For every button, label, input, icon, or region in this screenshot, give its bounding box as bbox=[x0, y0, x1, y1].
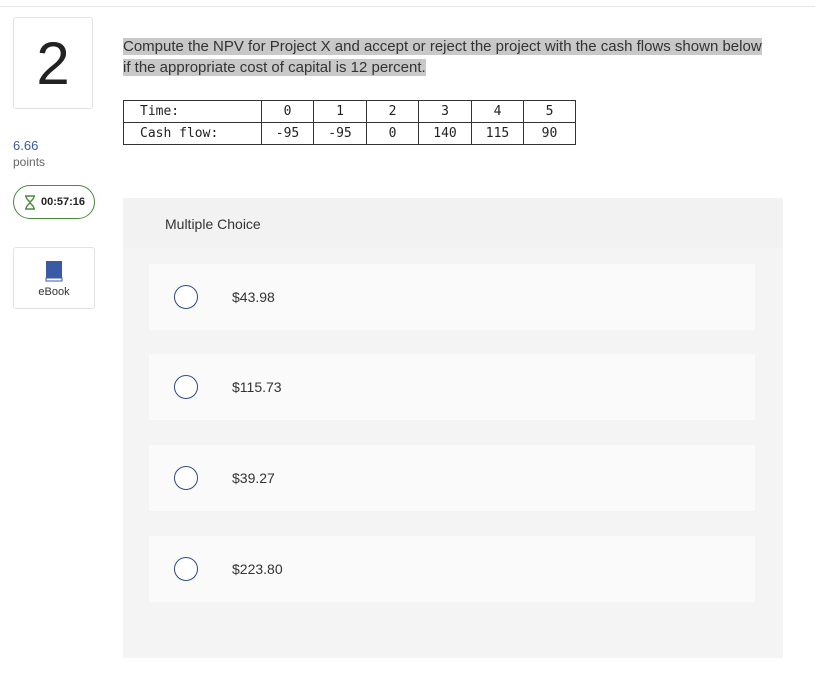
radio-button[interactable] bbox=[174, 375, 198, 399]
table-row-cash-flow: Cash flow: -95 -95 0 140 115 90 bbox=[123, 122, 576, 145]
choice-text: $43.98 bbox=[232, 289, 275, 305]
cash-flow-cell: -95 bbox=[261, 122, 314, 145]
question-prompt: Compute the NPV for Project X and accept… bbox=[123, 36, 763, 78]
question-number-label: 2 bbox=[36, 29, 70, 97]
choice-option-1[interactable]: $43.98 bbox=[149, 264, 755, 330]
radio-button[interactable] bbox=[174, 285, 198, 309]
radio-button[interactable] bbox=[174, 557, 198, 581]
time-cell: 2 bbox=[366, 100, 419, 123]
table-row-time: Time: 0 1 2 3 4 5 bbox=[123, 100, 576, 123]
hourglass-icon bbox=[25, 194, 35, 210]
time-cell: 1 bbox=[313, 100, 367, 123]
radio-button[interactable] bbox=[174, 466, 198, 490]
time-cell: 5 bbox=[523, 100, 576, 123]
time-cell: 0 bbox=[261, 100, 314, 123]
question-number: 2 bbox=[13, 17, 93, 109]
ebook-button[interactable]: eBook bbox=[13, 247, 95, 309]
choice-option-3[interactable]: $39.27 bbox=[149, 445, 755, 511]
cash-flow-table: Time: 0 1 2 3 4 5 Cash flow: -95 -95 0 1… bbox=[123, 100, 576, 145]
cash-flow-cell: -95 bbox=[313, 122, 367, 145]
cash-flow-cell: 90 bbox=[523, 122, 576, 145]
multiple-choice-header: Multiple Choice bbox=[165, 216, 261, 232]
choices-container: $43.98 $115.73 $39.27 $223.80 bbox=[123, 248, 783, 658]
timer-badge[interactable]: 00:57:16 bbox=[13, 185, 95, 219]
points-label: points bbox=[13, 155, 46, 169]
choice-text: $115.73 bbox=[232, 379, 282, 395]
question-prompt-text: Compute the NPV for Project X and accept… bbox=[123, 38, 762, 76]
time-label: Time: bbox=[123, 100, 262, 123]
choice-text: $39.27 bbox=[232, 470, 275, 486]
cash-flow-cell: 0 bbox=[366, 122, 419, 145]
choice-option-4[interactable]: $223.80 bbox=[149, 536, 755, 602]
choice-text: $223.80 bbox=[232, 561, 283, 577]
time-cell: 3 bbox=[418, 100, 472, 123]
time-cell: 4 bbox=[471, 100, 524, 123]
multiple-choice-panel: Multiple Choice $43.98 $115.73 $39.27 $2… bbox=[123, 198, 783, 658]
top-divider bbox=[0, 6, 815, 7]
book-icon bbox=[45, 261, 63, 282]
cash-flow-label: Cash flow: bbox=[123, 122, 262, 145]
choice-option-2[interactable]: $115.73 bbox=[149, 354, 755, 420]
ebook-label: eBook bbox=[38, 286, 70, 298]
points-info: 6.66 points bbox=[13, 138, 45, 170]
points-value: 6.66 bbox=[13, 138, 39, 153]
cash-flow-cell: 140 bbox=[418, 122, 472, 145]
cash-flow-cell: 115 bbox=[471, 122, 524, 145]
timer-text: 00:57:16 bbox=[41, 196, 86, 208]
